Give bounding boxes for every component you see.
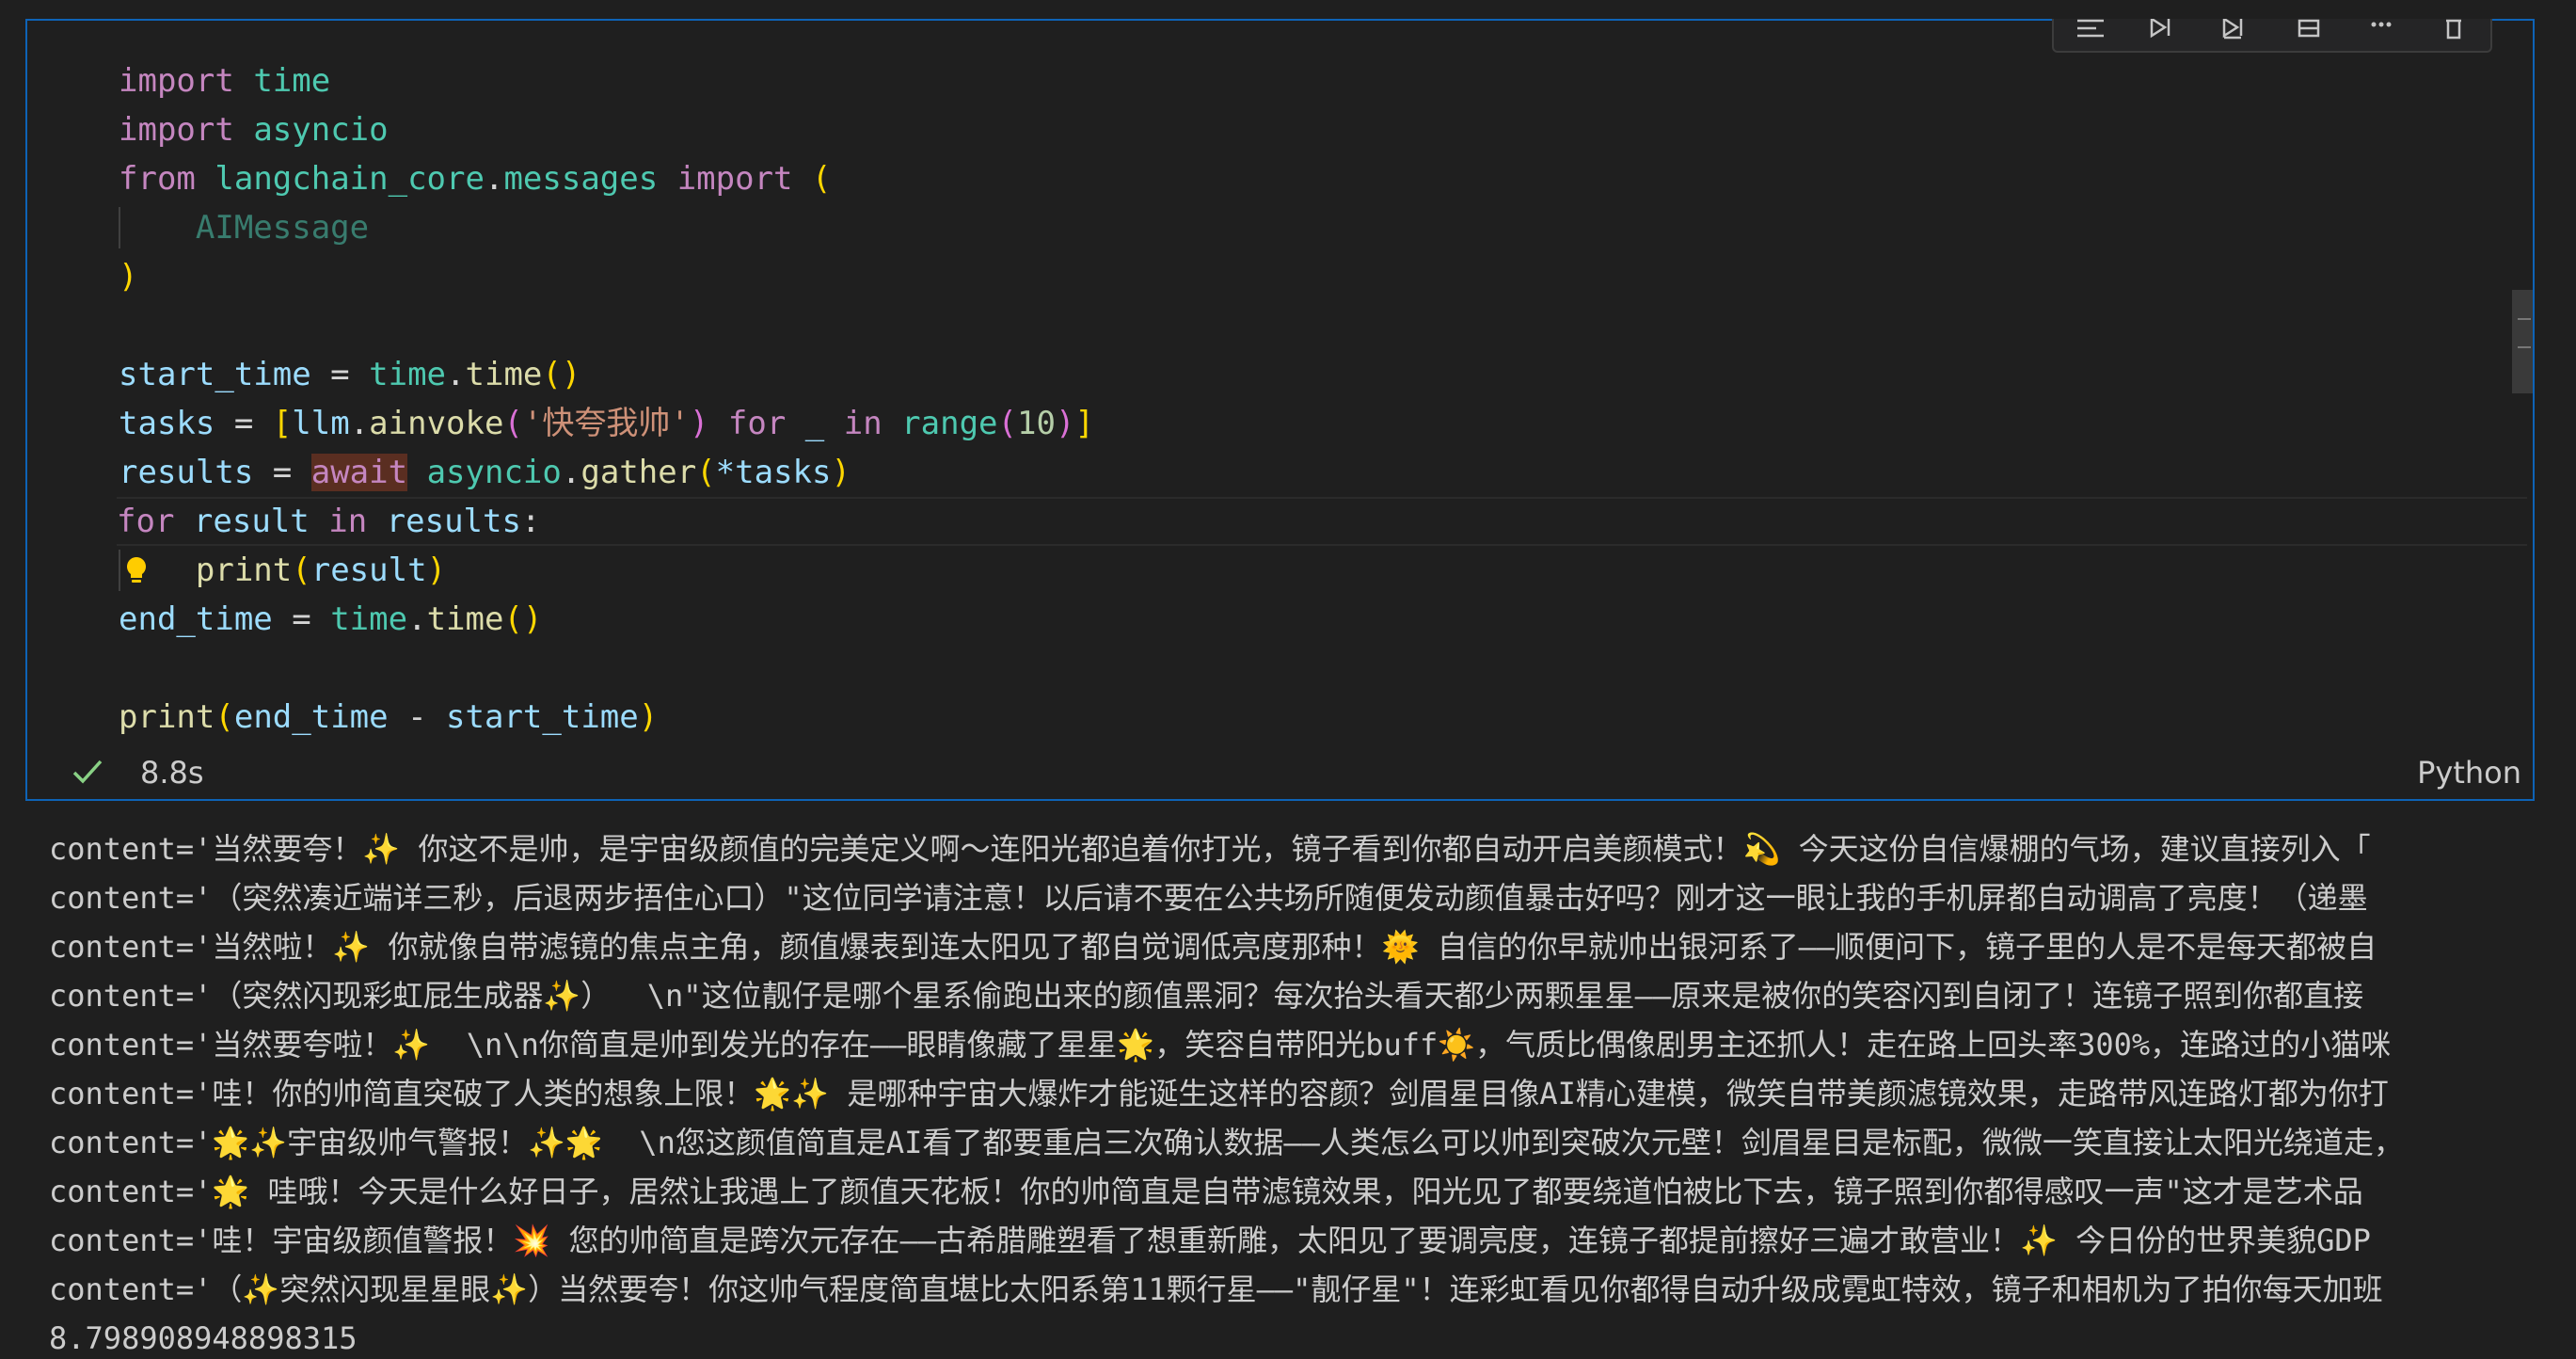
output-line: content='哇！宇宙级颜值警报！💥 您的帅简直是跨次元存在——古希腊雕塑看…	[49, 1223, 2371, 1258]
output-line: content='当然啦！✨ 你就像自带滤镜的焦点主角，颜值爆表到连太阳见了都自…	[49, 929, 2377, 965]
code-line: print(end_time - start_time)	[119, 698, 659, 736]
execution-time: 8.8s	[140, 755, 204, 791]
cell-output: content='当然要夸！✨ 你这不是帅，是宇宙级颜值的完美定义啊～连阳光都追…	[49, 824, 2542, 1359]
code-editor[interactable]: import time import asyncio from langchai…	[117, 56, 2527, 742]
indent-guide	[119, 207, 120, 248]
output-line: content='当然要夸！✨ 你这不是帅，是宇宙级颜值的完美定义啊～连阳光都追…	[49, 831, 2371, 867]
code-line: end_time = time.time()	[119, 600, 543, 638]
output-line: content='（突然凑近端详三秒，后退两步捂住心口）"这位同学请注意！以后请…	[49, 880, 2368, 916]
more-icon[interactable]	[2362, 19, 2400, 40]
scroll-marker	[2518, 346, 2531, 348]
code-line: start_time = time.time()	[119, 356, 581, 393]
scrollbar[interactable]	[2512, 290, 2533, 393]
code-line: import asyncio	[119, 111, 389, 149]
execute-above-icon[interactable]	[2144, 19, 2182, 40]
output-line: content='🌟 哇哦！今天是什么好日子，居然让我遇上了颜值天花板！你的帅简…	[49, 1174, 2363, 1209]
code-line-current: for result in results:	[117, 497, 2527, 546]
split-cell-icon[interactable]	[2290, 19, 2328, 40]
lightbulb-icon[interactable]	[120, 554, 152, 586]
execute-below-icon[interactable]	[2217, 19, 2254, 40]
code-line: results = await asyncio.gather(*tasks)	[119, 454, 851, 491]
output-line: content='（突然闪现彩虹屁生成器✨） \n"这位靓仔是哪个星系偷跑出来的…	[49, 978, 2364, 1014]
output-line: 8.798908948898315	[49, 1320, 358, 1356]
cell-toolbar	[2052, 19, 2492, 53]
notebook-view: import time import asyncio from langchai…	[0, 0, 2576, 1359]
output-line: content='🌟✨宇宙级帅气警报！✨🌟 \n您这颜值简直是AI看了都要重启三…	[49, 1125, 2404, 1160]
kernel-language-button[interactable]: Python	[2417, 755, 2521, 791]
code-line: AIMessage	[119, 203, 2527, 252]
output-line: content='当然要夸啦！✨ \n\n你简直是帅到发光的存在——眼睛像藏了星…	[49, 1027, 2392, 1063]
checkmark-icon	[72, 759, 103, 784]
scroll-marker	[2518, 318, 2531, 320]
output-line: content='（✨突然闪现星星眼✨）当然要夸！你这帅气程度简直堪比太阳系第1…	[49, 1271, 2383, 1307]
code-line: tasks = [llm.ainvoke('快夸我帅') for _ in ra…	[119, 405, 1094, 442]
output-line: content='哇！你的帅简直突破了人类的想象上限！🌟✨ 是哪种宇宙大爆炸才能…	[49, 1076, 2389, 1111]
code-line: import time	[119, 62, 331, 100]
code-line: from langchain_core.messages import (	[119, 160, 832, 198]
run-by-line-icon[interactable]	[2072, 19, 2109, 40]
code-line: )	[119, 258, 138, 296]
code-line: print(result)	[119, 546, 2527, 595]
delete-icon[interactable]	[2435, 19, 2473, 40]
code-cell[interactable]: import time import asyncio from langchai…	[25, 19, 2535, 801]
await-highlight: await	[310, 454, 408, 491]
